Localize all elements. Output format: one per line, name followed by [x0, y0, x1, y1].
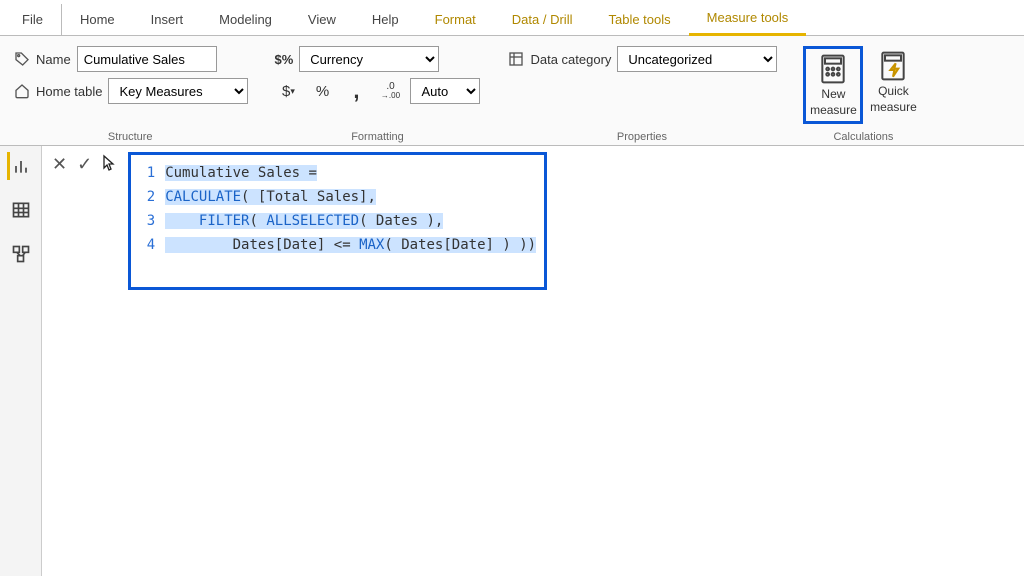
formula-bar: ✕ ✓ 1Cumulative Sales = 2CALCULATE( [Tot… [42, 146, 1024, 296]
quick-measure-l1: Quick [878, 84, 909, 98]
decimal-decrease-button[interactable]: .0→.00 [376, 78, 404, 104]
tab-help[interactable]: Help [354, 4, 417, 35]
tag-icon [12, 49, 32, 69]
data-category-select[interactable]: Uncategorized [617, 46, 777, 72]
home-table-label-row: Home table [12, 81, 102, 101]
decimals-select[interactable]: Auto [410, 78, 480, 104]
comma-button[interactable]: , [342, 78, 370, 104]
ribbon-group-calculations: New measure Quick measure Calculations [803, 46, 923, 145]
ribbon-group-properties: Data category Uncategorized Properties [506, 46, 777, 145]
canvas: ✕ ✓ 1Cumulative Sales = 2CALCULATE( [Tot… [42, 146, 1024, 576]
name-label: Name [36, 52, 71, 67]
format-select[interactable]: Currency [299, 46, 439, 72]
dax-editor[interactable]: 1Cumulative Sales = 2CALCULATE( [Total S… [128, 152, 547, 290]
group-label-calculations: Calculations [833, 131, 893, 145]
main-area: ✕ ✓ 1Cumulative Sales = 2CALCULATE( [Tot… [0, 146, 1024, 576]
measure-name-input[interactable] [77, 46, 217, 72]
new-measure-button[interactable]: New measure [803, 46, 863, 124]
name-label-row: Name [12, 49, 71, 69]
calculator-icon [817, 53, 849, 85]
quick-measure-button[interactable]: Quick measure [863, 46, 923, 124]
currency-button[interactable]: $▾ [274, 78, 302, 104]
commit-formula-button[interactable]: ✓ [77, 154, 92, 175]
tab-file[interactable]: File [4, 4, 62, 35]
tab-insert[interactable]: Insert [133, 4, 202, 35]
quick-measure-l2: measure [870, 100, 917, 114]
group-label-properties: Properties [617, 131, 667, 145]
discard-formula-button[interactable]: ✕ [52, 154, 67, 175]
table-icon [11, 200, 31, 220]
group-label-structure: Structure [108, 131, 153, 145]
new-measure-l2: measure [810, 103, 857, 117]
home-table-select[interactable]: Key Measures [108, 78, 248, 104]
bar-chart-icon [11, 156, 31, 176]
format-icon: $% [274, 52, 293, 67]
new-measure-l1: New [821, 87, 845, 101]
view-rail [0, 146, 42, 576]
data-view-button[interactable] [7, 196, 35, 224]
tab-table-tools[interactable]: Table tools [590, 4, 688, 35]
report-view-button[interactable] [7, 152, 35, 180]
cursor-icon [102, 154, 118, 172]
tab-data-drill[interactable]: Data / Drill [494, 4, 591, 35]
tab-home[interactable]: Home [62, 4, 133, 35]
home-table-label: Home table [36, 84, 102, 99]
tab-measure-tools[interactable]: Measure tools [689, 2, 807, 36]
ribbon-tabstrip: File Home Insert Modeling View Help Form… [0, 0, 1024, 36]
data-category-row: Data category [506, 49, 611, 69]
group-label-formatting: Formatting [351, 131, 404, 145]
category-icon [506, 49, 526, 69]
ribbon: Name Home table Key Measures Structure [0, 36, 1024, 146]
ribbon-group-formatting: $% Currency $▾ % , .0→.00 Auto Formattin… [274, 46, 480, 145]
percent-button[interactable]: % [308, 78, 336, 104]
tab-format[interactable]: Format [417, 4, 494, 35]
calculator-lightning-icon [877, 50, 909, 82]
model-view-button[interactable] [7, 240, 35, 268]
model-icon [11, 244, 31, 264]
tab-view[interactable]: View [290, 4, 354, 35]
tab-modeling[interactable]: Modeling [201, 4, 290, 35]
ribbon-group-structure: Name Home table Key Measures Structure [12, 46, 248, 145]
home-icon [12, 81, 32, 101]
data-category-label: Data category [530, 52, 611, 67]
